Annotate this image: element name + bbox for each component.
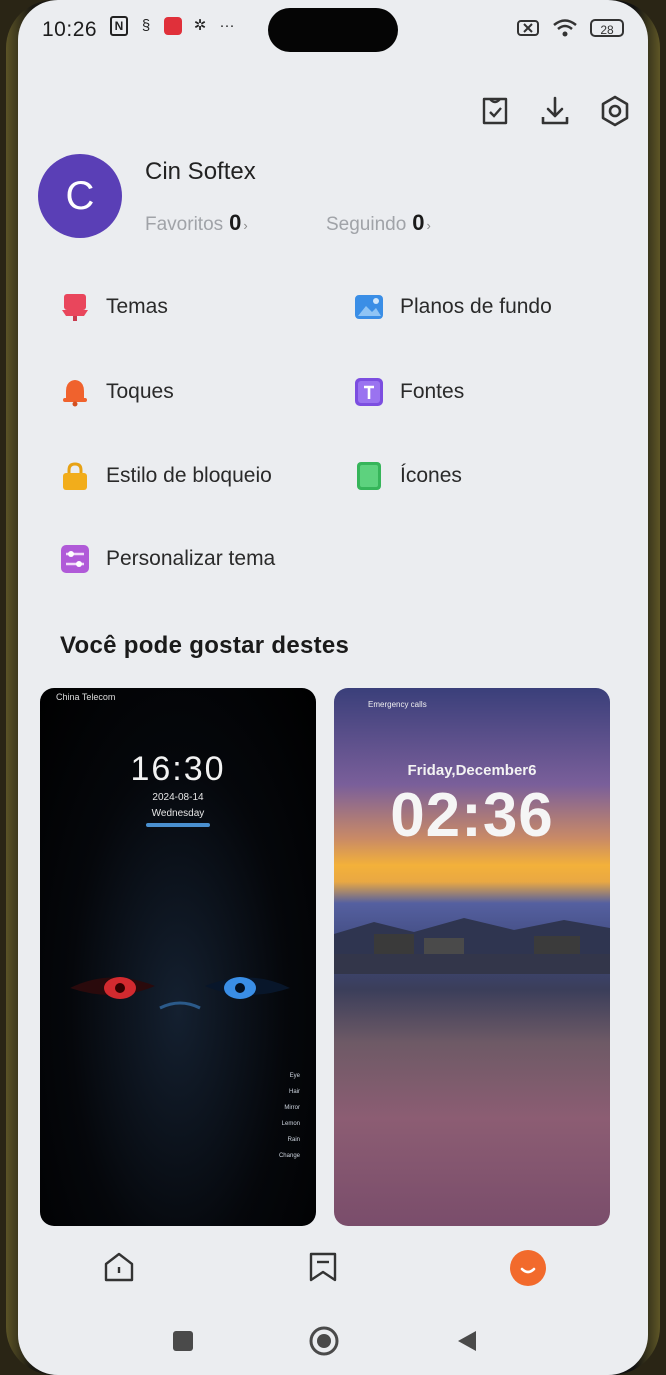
settings-button[interactable]	[598, 94, 632, 128]
card-date: Friday,December6	[407, 762, 537, 779]
theme-card-sunset[interactable]: Emergency calls Friday,December6 02:36	[334, 688, 610, 1226]
top-actions	[478, 94, 632, 128]
menu-item-estilo-de-bloqueio[interactable]: Estilo de bloqueio	[60, 461, 272, 491]
font-icon	[355, 378, 383, 406]
theme-card-dark[interactable]: China Telecom 16:30 2024-08-14 Wednesday…	[40, 688, 316, 1226]
battery-indicator: 28	[590, 19, 624, 37]
status-icons-left: N § ✲ ···	[110, 16, 236, 36]
download-button[interactable]	[538, 94, 572, 128]
phone-frame: 10:26 N § ✲ ··· 28 C Cin Softex Favorito…	[0, 0, 666, 1375]
status-time: 10:26	[42, 18, 98, 41]
card-progress-bar	[146, 823, 210, 827]
hexagon-settings-icon	[601, 95, 629, 127]
menu-item-temas[interactable]: Temas	[60, 292, 168, 322]
card-clock: 16:30	[130, 750, 226, 788]
heart-bag-icon	[482, 97, 508, 125]
home-circle-icon[interactable]	[308, 1325, 340, 1357]
more-dots: ···	[219, 17, 235, 34]
bottom-nav	[18, 1230, 648, 1300]
screen: 10:26 N § ✲ ··· 28 C Cin Softex Favorito…	[18, 0, 648, 1375]
settings-gear-icon: ✲	[193, 17, 207, 34]
side-list-item: Hair	[288, 1089, 300, 1095]
bell-icon	[63, 380, 87, 407]
side-list-item: Lemon	[281, 1121, 300, 1127]
side-list-item: Mirror	[284, 1105, 300, 1111]
favorites-stat[interactable]: Favoritos 0 ›	[145, 210, 248, 236]
card-side-list: Eye Hair Mirror Lemon Rain Change	[279, 1068, 300, 1164]
home-icon	[104, 1252, 134, 1282]
username[interactable]: Cin Softex	[145, 158, 256, 186]
smile-icon	[520, 1267, 536, 1274]
no-sim-icon	[517, 20, 539, 36]
status-icons-right: 28	[516, 18, 624, 38]
favorites-label: Favoritos	[145, 214, 224, 235]
anime-eyes-art	[70, 977, 290, 1010]
menu-item-toques[interactable]: Toques	[60, 377, 174, 407]
section-title: Você pode gostar destes	[60, 632, 350, 659]
wallpaper-icon	[355, 295, 383, 319]
icons-icon	[357, 462, 381, 490]
download-icon	[541, 96, 569, 125]
menu-item-personalizar-tema[interactable]: Personalizar tema	[60, 544, 275, 574]
sync-icon: §	[141, 17, 151, 34]
theme-icon	[62, 294, 88, 321]
me-tab[interactable]	[510, 1250, 546, 1286]
menu-label-fontes: Fontes	[400, 380, 465, 403]
landscape-silhouette	[334, 918, 610, 974]
menu-item-icones[interactable]: Ícones	[354, 461, 462, 491]
avatar[interactable]: C	[38, 154, 122, 238]
card-day: Wednesday	[151, 808, 205, 819]
bookmark-icon	[309, 1252, 337, 1282]
app-notification-icon	[164, 17, 182, 35]
nfc-icon: N	[110, 16, 128, 36]
menu-label-temas: Temas	[106, 295, 168, 318]
side-list-item: Change	[278, 1153, 300, 1159]
camera-notch	[268, 8, 398, 52]
collection-tab[interactable]	[306, 1250, 340, 1284]
system-navigation	[18, 1310, 648, 1370]
favorites-count: 0	[229, 210, 242, 235]
customize-icon	[61, 545, 89, 573]
menu-label-icones: Ícones	[400, 464, 462, 487]
chevron-right-icon: ›	[426, 218, 431, 233]
card-clock: 02:36	[390, 781, 554, 850]
menu-label-planos-de-fundo: Planos de fundo	[400, 295, 552, 318]
home-tab[interactable]	[102, 1250, 136, 1284]
card-date: 2024-08-14	[152, 792, 204, 803]
side-list-item: Eye	[289, 1073, 300, 1079]
following-count: 0	[412, 210, 425, 235]
menu-label-toques: Toques	[106, 380, 174, 403]
back-triangle-icon[interactable]	[454, 1328, 480, 1354]
menu-label-personalizar-tema: Personalizar tema	[106, 547, 276, 570]
recents-icon[interactable]	[170, 1328, 196, 1354]
menu-label-estilo-de-bloqueio: Estilo de bloqueio	[106, 464, 272, 487]
menu-item-fontes[interactable]: Fontes	[354, 377, 464, 407]
wifi-icon	[553, 19, 577, 37]
following-stat[interactable]: Seguindo 0 ›	[326, 210, 431, 236]
following-label: Seguindo	[326, 214, 407, 235]
card-carrier: China Telecom	[56, 692, 116, 702]
purchases-button[interactable]	[478, 94, 512, 128]
chevron-right-icon: ›	[243, 218, 248, 233]
card-carrier: Emergency calls	[368, 700, 427, 709]
menu-item-planos-de-fundo[interactable]: Planos de fundo	[354, 292, 552, 322]
lock-icon	[63, 462, 87, 490]
side-list-item: Rain	[287, 1137, 300, 1143]
